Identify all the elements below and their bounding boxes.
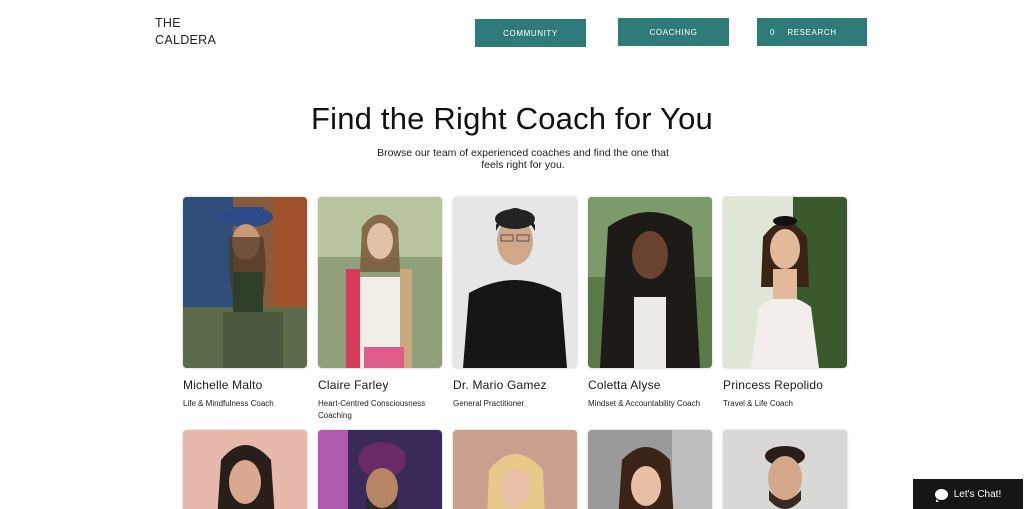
coach-name: Dr. Mario Gamez: [453, 378, 547, 392]
coach-photo[interactable]: [588, 197, 712, 368]
site-logo[interactable]: THE CALDERA: [155, 15, 216, 49]
logo-line-2: CALDERA: [155, 33, 217, 47]
coach-photo[interactable]: [318, 430, 442, 509]
coach-name: Coletta Alyse: [588, 378, 661, 392]
coach-name: Claire Farley: [318, 378, 389, 392]
coach-portrait-image: [183, 430, 307, 509]
coach-portrait-image: [453, 430, 577, 509]
coach-portrait-image: [183, 197, 307, 368]
chat-label: Let's Chat!: [953, 488, 1002, 500]
coach-photo[interactable]: [453, 430, 577, 509]
nav-coaching-label: COACHING: [649, 27, 698, 37]
coach-role: Mindset & Accountability Coach: [588, 399, 701, 408]
coach-name: Michelle Malto: [183, 378, 263, 392]
subtitle-line-1: Browse our team of experienced coaches a…: [377, 147, 669, 159]
coach-role: Life & Mindfulness Coach: [183, 399, 274, 408]
coach-portrait-image: [318, 197, 442, 368]
coach-portrait-image: [588, 430, 712, 509]
coach-portrait-image: [588, 197, 712, 368]
coach-card[interactable]: Coletta Alyse Mindset & Accountability C…: [588, 197, 712, 410]
coach-photo[interactable]: [723, 197, 847, 368]
nav-community-label: COMMUNITY: [503, 28, 558, 38]
coach-name: Princess Repolido: [723, 378, 824, 392]
coach-photo[interactable]: [183, 197, 307, 368]
coach-photo[interactable]: [183, 430, 307, 509]
coach-card[interactable]: Princess Repolido Travel & Life Coach: [723, 197, 847, 410]
coach-portrait-image: [723, 430, 847, 509]
coach-portrait-image: [318, 430, 442, 509]
coach-photo[interactable]: [318, 197, 442, 368]
coach-photo[interactable]: [588, 430, 712, 509]
coach-portrait-image: [723, 197, 847, 368]
coach-photo[interactable]: [453, 197, 577, 368]
subtitle-line-2: feels right for you.: [481, 159, 565, 171]
nav-research-button[interactable]: 0 RESEARCH: [757, 18, 867, 46]
coach-role: Heart-Centred Consciousness Coaching: [318, 399, 426, 420]
coach-role: Travel & Life Coach: [723, 399, 793, 408]
logo-line-1: THE: [155, 16, 181, 30]
coach-role: General Practitioner: [453, 399, 525, 408]
coach-photo[interactable]: [723, 430, 847, 509]
chat-bubble-icon: [934, 488, 948, 502]
nav-community-button[interactable]: COMMUNITY: [475, 19, 586, 47]
page-title: Find the Right Coach for You: [311, 101, 713, 136]
coach-card[interactable]: Claire Farley Heart-Centred Consciousnes…: [318, 197, 442, 421]
coach-portrait-image: [453, 197, 577, 368]
nav-research-label: RESEARCH: [787, 27, 837, 37]
coach-card[interactable]: Dr. Mario Gamez General Practitioner: [453, 197, 577, 410]
page-subtitle: Browse our team of experienced coaches a…: [362, 147, 684, 171]
cart-count-badge: 0: [770, 28, 776, 37]
coach-card[interactable]: Michelle Malto Life & Mindfulness Coach: [183, 197, 307, 410]
chat-button[interactable]: Let's Chat!: [913, 479, 1023, 509]
nav-coaching-button[interactable]: COACHING: [618, 18, 729, 46]
